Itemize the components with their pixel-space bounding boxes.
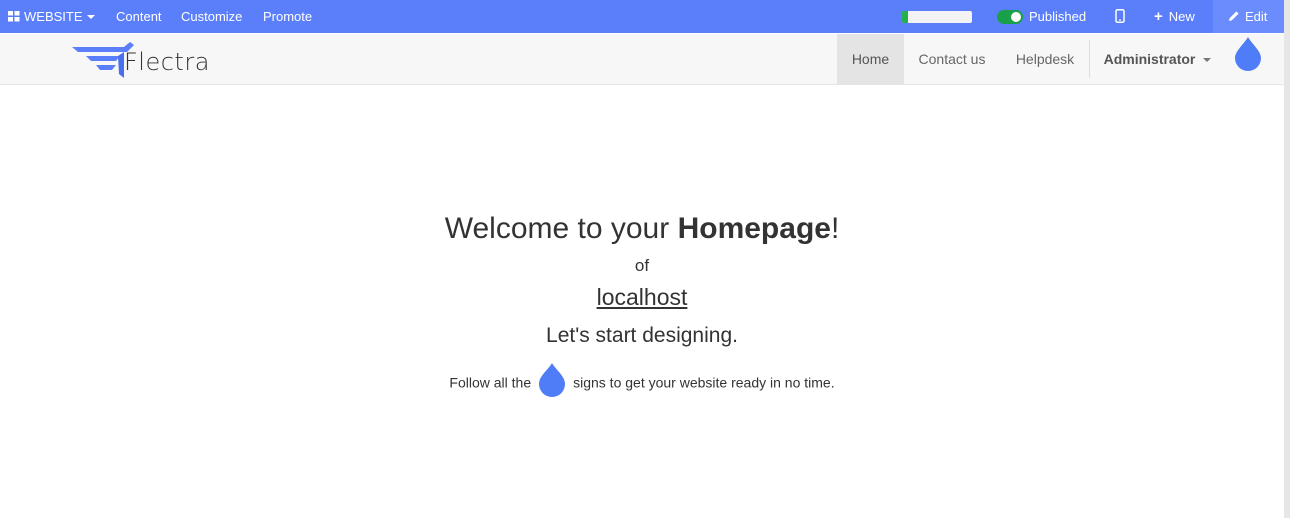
edit-button-label: Edit (1245, 9, 1268, 24)
caret-down-icon (86, 15, 95, 19)
drop-icon (539, 363, 566, 397)
website-menu-label: WEBSITE (24, 9, 83, 24)
published-label[interactable]: Published (1029, 0, 1086, 33)
new-button[interactable]: + New (1154, 0, 1195, 33)
follow-text: Follow all the signs to get your website… (0, 363, 1284, 402)
start-text: Let's start designing. (546, 324, 738, 347)
promote-menu[interactable]: Promote (263, 0, 312, 33)
mobile-icon (1115, 9, 1125, 23)
host-line: localhost (0, 284, 1284, 311)
customize-menu[interactable]: Customize (181, 0, 242, 33)
drop-icon[interactable] (1234, 36, 1262, 72)
publish-toggle[interactable] (997, 10, 1023, 24)
mobile-preview-button[interactable] (1115, 0, 1127, 33)
nav-contact-us[interactable]: Contact us (904, 34, 1000, 84)
caret-down-icon (1203, 58, 1212, 62)
new-button-label: New (1168, 9, 1195, 24)
scrollbar[interactable] (1284, 0, 1290, 518)
admin-bar: WEBSITE Content Customize Promote Publis… (0, 0, 1284, 33)
toggle-knob (1011, 12, 1021, 22)
plus-icon: + (1154, 8, 1163, 25)
welcome-prefix: Welcome to your (444, 212, 678, 245)
site-navbar: Flectra Home Contact us Helpdesk Adminis… (0, 34, 1284, 85)
follow-suffix: signs to get your website ready in no ti… (573, 374, 835, 391)
welcome-suffix: ! (830, 212, 840, 245)
content-menu[interactable]: Content (116, 0, 162, 33)
host-link[interactable]: localhost (597, 284, 688, 310)
nav-helpdesk[interactable]: Helpdesk (1002, 34, 1088, 84)
welcome-bold: Homepage (677, 212, 831, 245)
follow-prefix: Follow all the (449, 374, 532, 391)
welcome-heading: Welcome to your Homepage! (0, 212, 1284, 246)
user-menu-label: Administrator (1103, 51, 1196, 67)
of-text: of (634, 256, 650, 275)
logo-text: Flectra (124, 48, 210, 76)
grid-icon (8, 11, 20, 22)
progress-fill (902, 11, 908, 23)
user-menu[interactable]: Administrator (1090, 34, 1225, 84)
edit-button[interactable]: Edit (1213, 0, 1284, 33)
nav-home[interactable]: Home (837, 34, 904, 84)
website-menu[interactable]: WEBSITE (8, 0, 95, 33)
website-progress-bar (902, 11, 972, 23)
pencil-icon (1229, 11, 1239, 21)
